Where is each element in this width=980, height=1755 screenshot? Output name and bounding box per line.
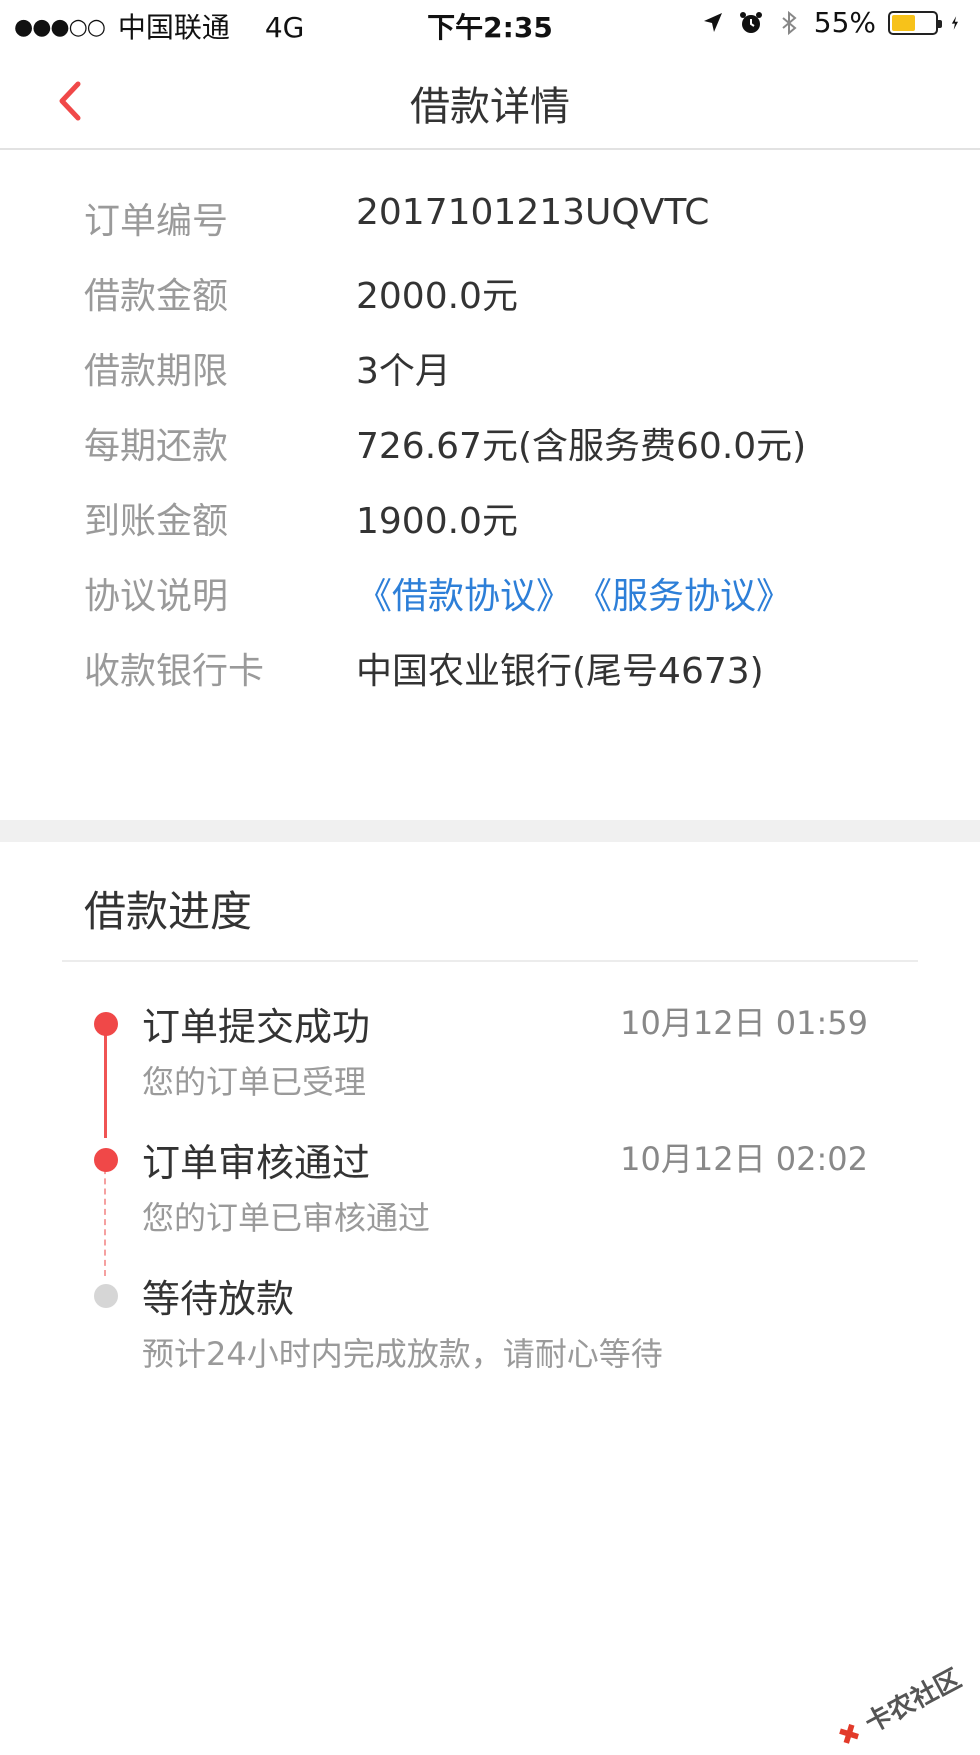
- progress-timeline: 订单提交成功 您的订单已受理 10月12日 01:59 订单审核通过 您的订单已…: [0, 980, 980, 1380]
- detail-label: 协议说明: [84, 576, 229, 617]
- timeline-step: 订单提交成功 您的订单已受理 10月12日 01:59: [142, 996, 942, 1103]
- timeline-line-completed: [104, 1020, 107, 1138]
- detail-value: 1900.0元: [356, 501, 518, 542]
- detail-label: 收款银行卡: [84, 651, 265, 692]
- detail-row-installment: 每期还款 726.67元(含服务费60.0元): [0, 417, 980, 477]
- service-agreement-link[interactable]: 《服务协议》: [594, 576, 792, 617]
- logo-icon: ✖: [833, 1716, 867, 1754]
- detail-label: 订单编号: [84, 201, 229, 242]
- step-description: 您的订单已受理: [142, 1063, 367, 1101]
- detail-row-loan-amount: 借款金额 2000.0元: [0, 267, 980, 327]
- detail-value: 3个月: [356, 351, 451, 392]
- charging-bolt-icon: [951, 15, 958, 30]
- step-title: 等待放款: [142, 1277, 295, 1321]
- step-dot-pending: [94, 1284, 118, 1308]
- detail-value: 2000.0元: [356, 276, 518, 317]
- watermark-text: 卡农社区: [860, 1663, 967, 1740]
- status-bar: ●●●○○ 中国联通 4G 下午2:35 55%: [0, 0, 980, 50]
- loan-agreement-link[interactable]: 《借款协议》: [356, 576, 572, 617]
- detail-label: 借款金额: [84, 276, 229, 317]
- loan-details: 订单编号 2017101213UQVTC 借款金额 2000.0元 借款期限 3…: [0, 152, 980, 820]
- detail-label: 到账金额: [84, 501, 229, 542]
- divider: [62, 960, 918, 962]
- bluetooth-icon: [782, 10, 797, 35]
- page-title: 借款详情: [410, 84, 570, 130]
- detail-row-loan-term: 借款期限 3个月: [0, 342, 980, 402]
- timeline-line-pending: [104, 1158, 106, 1276]
- detail-label: 借款期限: [84, 351, 229, 392]
- agreement-links: 《借款协议》 《服务协议》: [356, 567, 792, 619]
- battery-icon: [888, 10, 942, 35]
- battery-fill: [892, 14, 916, 31]
- section-divider: [0, 820, 980, 842]
- timeline-step: 订单审核通过 您的订单已审核通过 10月12日 02:02: [142, 1132, 942, 1239]
- status-right: 55%: [700, 6, 966, 39]
- detail-value: 726.67元(含服务费60.0元): [356, 426, 807, 467]
- battery-percent: 55%: [813, 6, 876, 39]
- alarm-clock-icon: [739, 11, 762, 33]
- detail-label: 每期还款: [84, 426, 229, 467]
- step-dot-done: [94, 1012, 118, 1036]
- detail-row-agreements: 协议说明 《借款协议》 《服务协议》: [0, 567, 980, 627]
- step-dot-done: [94, 1148, 118, 1172]
- timeline-step: 等待放款 预计24小时内完成放款，请耐心等待: [142, 1268, 942, 1375]
- detail-value: 中国农业银行(尾号4673): [356, 651, 764, 692]
- step-time: 10月12日 02:02: [620, 1140, 868, 1178]
- location-arrow-icon: [703, 12, 722, 32]
- detail-row-bank-card: 收款银行卡 中国农业银行(尾号4673): [0, 642, 980, 702]
- step-description: 您的订单已审核通过: [142, 1199, 431, 1237]
- progress-section-title: 借款进度: [84, 887, 253, 936]
- detail-row-order-number: 订单编号 2017101213UQVTC: [0, 192, 980, 252]
- watermark: ✖ 卡农社区: [830, 1659, 966, 1755]
- detail-value: 2017101213UQVTC: [356, 192, 710, 233]
- detail-row-received-amount: 到账金额 1900.0元: [0, 492, 980, 552]
- step-time: 10月12日 01:59: [620, 1004, 868, 1042]
- nav-bar: 借款详情: [0, 50, 980, 150]
- step-description: 预计24小时内完成放款，请耐心等待: [142, 1335, 663, 1373]
